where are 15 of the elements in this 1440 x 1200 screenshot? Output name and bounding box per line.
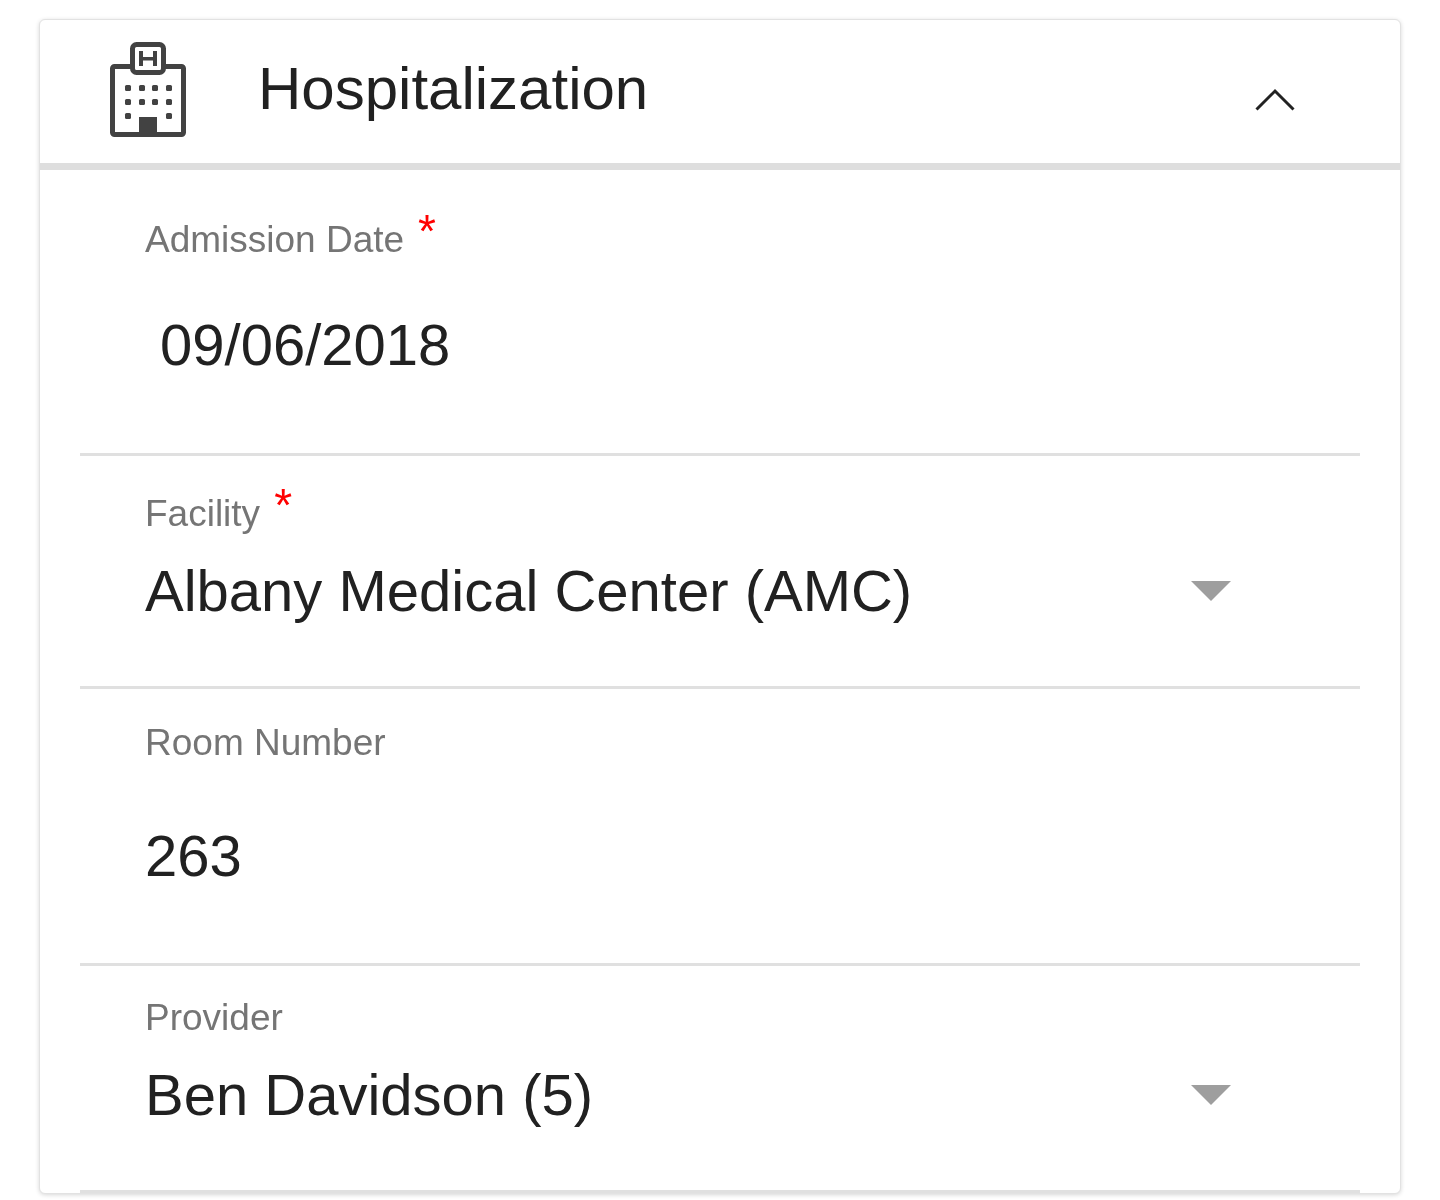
card-title: Hospitalization xyxy=(258,53,649,124)
date-input[interactable]: 09/06/2018 xyxy=(145,310,451,380)
hospital-icon xyxy=(110,42,186,137)
field-label: Facility xyxy=(145,492,261,536)
field-label: Provider xyxy=(145,996,283,1040)
select-field[interactable]: Albany Medical Center (AMC) xyxy=(145,556,1231,626)
required-mark: * xyxy=(274,488,293,522)
text-input[interactable]: 263 xyxy=(145,821,242,891)
caret-icon xyxy=(1191,581,1231,601)
required-mark: * xyxy=(418,214,436,248)
field-label: Admission Date xyxy=(145,218,405,262)
select-field[interactable]: Ben Davidson (5) xyxy=(145,1060,1231,1130)
field-label: Room Number xyxy=(145,721,386,765)
caret-icon xyxy=(1191,1085,1231,1105)
chevron-up-icon[interactable] xyxy=(1255,88,1295,111)
